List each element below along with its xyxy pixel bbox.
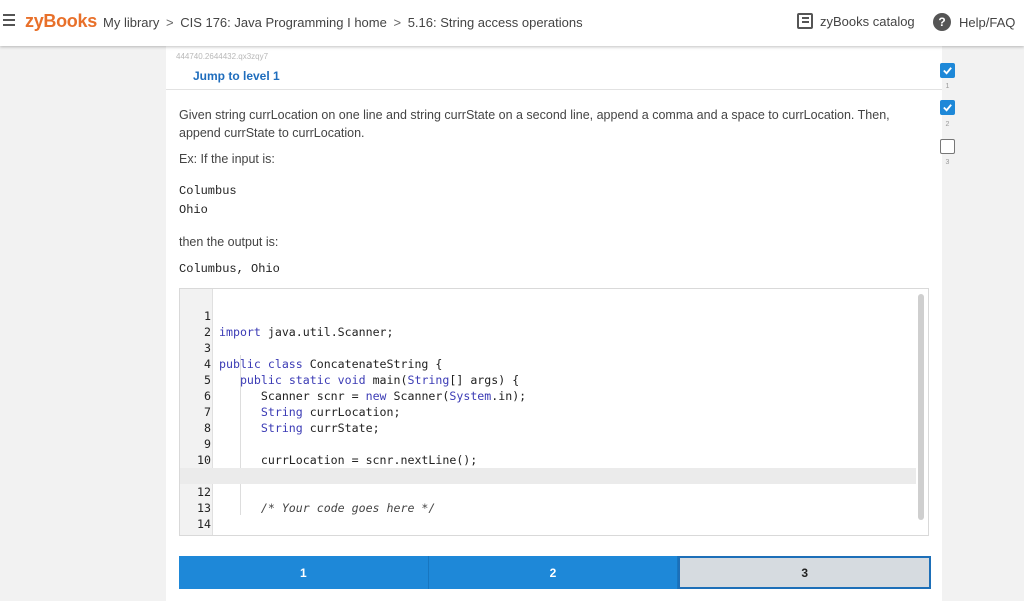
challenge-activity-card: 444740.2644432.qx3zqy7 Jump to level 1 G… xyxy=(166,46,955,601)
hamburger-menu-icon[interactable] xyxy=(3,14,15,26)
jump-to-level-link[interactable]: Jump to level 1 xyxy=(193,69,280,83)
level-1-checkbox[interactable] xyxy=(940,63,955,78)
code-line[interactable]: 8 xyxy=(180,404,916,435)
book-icon xyxy=(797,13,813,29)
level-3-checkbox[interactable] xyxy=(940,139,955,154)
help-label: Help/FAQ xyxy=(959,14,1016,30)
checkmark-icon xyxy=(943,67,952,75)
output-label: then the output is: xyxy=(179,235,279,249)
help-faq-link[interactable]: ? Help/FAQ xyxy=(933,13,1015,31)
code-editor[interactable]: 1 import java.util.Scanner; 2 3 public c… xyxy=(179,288,929,536)
breadcrumb: My library > CIS 176: Java Programming I… xyxy=(103,15,583,30)
level-3-button[interactable]: 3 xyxy=(678,556,932,589)
level-2-checkbox[interactable] xyxy=(940,100,955,115)
code-line[interactable]: 6 String currLocation; xyxy=(180,372,916,419)
activity-code-id: 444740.2644432.qx3zqy7 xyxy=(176,52,269,61)
level-progress-bar: 1 2 3 xyxy=(179,556,932,589)
example-output-line: Columbus, Ohio xyxy=(179,262,280,276)
code-line[interactable]: 5 Scanner scnr = new Scanner(System.in); xyxy=(180,356,916,403)
code-line-active[interactable]: 12 /* Your code goes here */ xyxy=(180,468,916,515)
level-check-number: 1 xyxy=(945,83,950,90)
question-icon: ? xyxy=(933,13,951,31)
problem-prompt: Given string currLocation on one line an… xyxy=(179,108,890,140)
editor-scrollbar[interactable] xyxy=(918,294,924,520)
breadcrumb-course-home[interactable]: CIS 176: Java Programming I home xyxy=(180,15,387,30)
level-1-button[interactable]: 1 xyxy=(179,556,429,589)
checkmark-icon xyxy=(943,104,952,112)
code-line[interactable]: 7 String currState; xyxy=(180,388,916,435)
code-line[interactable]: 9 currLocation = scnr.nextLine(); xyxy=(180,420,916,467)
zybooks-logo[interactable]: zyBooks xyxy=(25,11,97,32)
breadcrumb-current-section: 5.16: String access operations xyxy=(407,15,583,30)
zybooks-catalog-link[interactable]: zyBooks catalog xyxy=(797,13,915,29)
example-input-line: Ohio xyxy=(179,203,208,217)
code-line[interactable]: 15 } xyxy=(180,516,916,535)
code-line[interactable]: 11 xyxy=(180,452,916,483)
breadcrumb-my-library[interactable]: My library xyxy=(103,15,159,30)
code-line[interactable]: 1 import java.util.Scanner; xyxy=(180,292,916,339)
breadcrumb-separator: > xyxy=(165,15,174,30)
breadcrumb-separator: > xyxy=(393,15,402,30)
divider xyxy=(166,89,942,90)
level-check-number: 3 xyxy=(945,159,950,166)
level-2-button[interactable]: 2 xyxy=(428,556,679,589)
top-bar: zyBooks My library > CIS 176: Java Progr… xyxy=(0,0,1024,46)
code-line[interactable]: 10 currState = scnr.nextLine(); xyxy=(180,436,916,483)
code-line[interactable]: 4 public static void main(String[] args)… xyxy=(180,340,916,387)
code-line[interactable]: 3 public class ConcatenateString { xyxy=(180,324,916,371)
example-label: Ex: If the input is: xyxy=(179,152,275,166)
code-line[interactable]: 13 xyxy=(180,484,916,515)
example-input-line: Columbus xyxy=(179,184,237,198)
code-line[interactable]: 16 } xyxy=(180,532,916,535)
level-check-number: 2 xyxy=(945,121,950,128)
code-line[interactable]: 14 System.out.println(currLocation); xyxy=(180,500,916,535)
code-line[interactable]: 2 xyxy=(180,308,916,339)
catalog-label: zyBooks catalog xyxy=(820,13,915,29)
